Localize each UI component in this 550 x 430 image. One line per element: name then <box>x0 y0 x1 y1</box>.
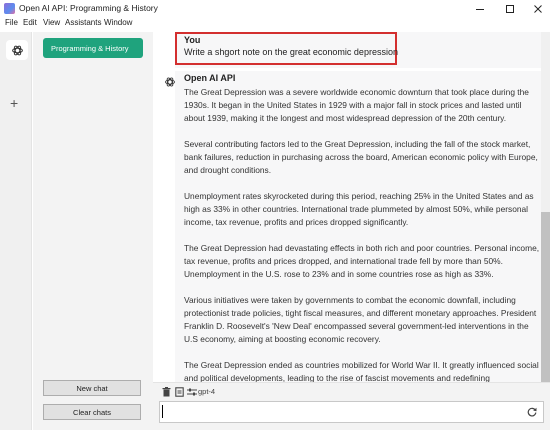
chat-list-panel: Programming & History New chat Clear cha… <box>33 32 153 430</box>
assistant-paragraph: Several contributing factors led to the … <box>184 139 538 175</box>
refresh-icon[interactable] <box>527 407 537 417</box>
prompt-input[interactable] <box>159 401 544 423</box>
conversation-panel: You Write a shgort note on the great eco… <box>153 32 550 382</box>
menu-view[interactable]: View <box>43 18 60 27</box>
app-logo-icon <box>4 3 15 14</box>
document-icon <box>174 387 184 397</box>
trash-icon <box>162 387 170 397</box>
menu-file[interactable]: File <box>5 18 18 27</box>
assistant-rail: + <box>0 32 32 430</box>
new-chat-button[interactable]: New chat <box>43 380 141 396</box>
window-title: Open AI API: Programming & History <box>19 3 158 13</box>
close-button[interactable] <box>524 0 550 17</box>
title-bar: Open AI API: Programming & History <box>0 0 550 17</box>
assistant-paragraph: The Great Depression ended as countries … <box>184 360 539 382</box>
clear-chats-button[interactable]: Clear chats <box>43 404 141 420</box>
sliders-icon <box>187 388 197 396</box>
menu-bar: File Edit View Assistants Window <box>0 17 550 30</box>
menu-window[interactable]: Window <box>104 18 132 27</box>
menu-edit[interactable]: Edit <box>23 18 37 27</box>
assistant-paragraph: Unemployment rates skyrocketed during th… <box>184 191 534 227</box>
openai-icon <box>165 77 175 87</box>
model-selector-button[interactable] <box>187 387 197 397</box>
chat-item-programming-history[interactable]: Programming & History <box>43 38 143 58</box>
assistant-paragraph: Various initiatives were taken by govern… <box>184 295 537 344</box>
trash-button[interactable] <box>161 387 171 397</box>
openai-assistant-button[interactable] <box>6 40 28 60</box>
menu-assistants[interactable]: Assistants <box>65 18 101 27</box>
user-name: You <box>184 35 201 45</box>
input-bar: gpt-4 <box>153 382 550 430</box>
openai-icon <box>11 45 23 55</box>
add-assistant-icon[interactable]: + <box>10 96 18 110</box>
scrollbar-thumb[interactable] <box>541 212 550 382</box>
assistant-name: Open AI API <box>184 73 236 83</box>
minimize-icon <box>476 8 484 10</box>
attach-button[interactable] <box>174 387 184 397</box>
text-cursor <box>162 405 163 418</box>
maximize-button[interactable] <box>496 0 524 17</box>
assistant-paragraph: The Great Depression was a severe worldw… <box>184 87 529 123</box>
model-label[interactable]: gpt-4 <box>198 387 215 396</box>
maximize-icon <box>506 4 514 13</box>
assistant-message: The Great Depression was a severe worldw… <box>184 86 540 382</box>
close-icon <box>534 4 542 13</box>
minimize-button[interactable] <box>466 0 494 17</box>
assistant-paragraph: The Great Depression had devastating eff… <box>184 243 540 279</box>
user-message: Write a shgort note on the great economi… <box>184 47 398 57</box>
